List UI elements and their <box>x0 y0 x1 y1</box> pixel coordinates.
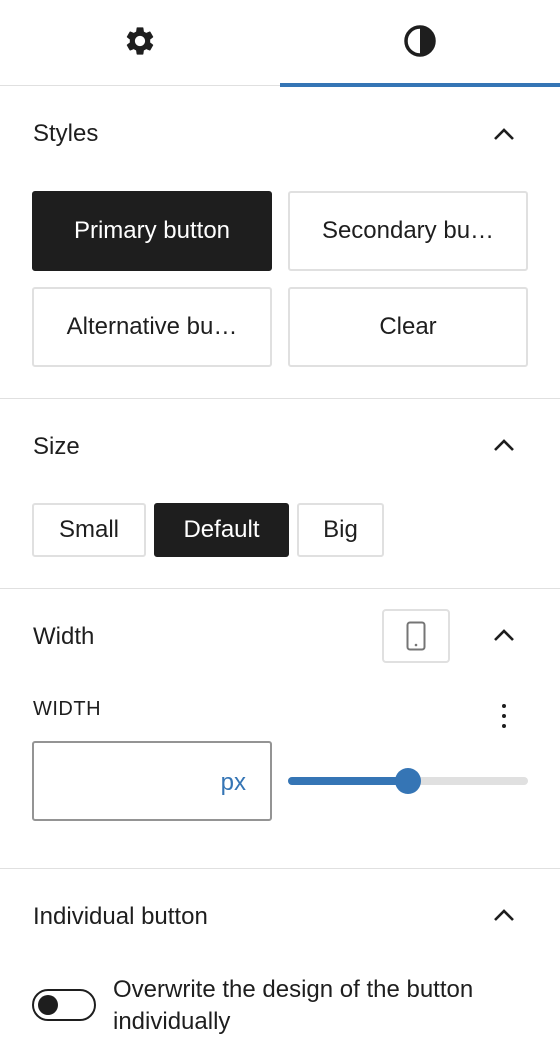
style-option-primary[interactable]: Primary button <box>32 191 272 271</box>
overwrite-design-label: Overwrite the design of the button indiv… <box>113 976 474 1035</box>
size-option-default[interactable]: Default <box>154 503 289 557</box>
width-options-button[interactable] <box>490 696 518 736</box>
chevron-up-icon <box>494 439 514 451</box>
size-title: Size <box>33 433 80 460</box>
tab-styles[interactable] <box>280 0 560 87</box>
chevron-up-icon <box>494 128 514 140</box>
width-unit[interactable]: px <box>221 769 246 797</box>
overwrite-design-toggle[interactable] <box>32 989 96 1021</box>
mobile-device-icon <box>406 621 426 651</box>
size-option-big[interactable]: Big <box>297 503 384 557</box>
individual-button-collapse-button[interactable] <box>486 897 522 933</box>
chevron-up-icon <box>494 629 514 641</box>
chevron-up-icon <box>494 909 514 921</box>
width-input-wrapper: px <box>32 741 272 821</box>
width-slider-fill <box>288 777 408 785</box>
toggle-knob <box>38 995 58 1015</box>
tab-settings[interactable] <box>0 0 280 86</box>
style-option-alternative[interactable]: Alternative bu… <box>32 287 272 367</box>
width-title: Width <box>33 623 95 650</box>
half-circle-contrast-icon <box>403 24 437 63</box>
width-panel: Width <box>0 589 560 869</box>
styles-collapse-button[interactable] <box>486 116 522 152</box>
styles-title: Styles <box>33 120 99 147</box>
width-collapse-button[interactable] <box>486 617 522 653</box>
width-field-label: WIDTH <box>33 698 102 720</box>
size-panel: Size <box>0 399 560 589</box>
size-collapse-button[interactable] <box>486 427 522 463</box>
style-option-secondary[interactable]: Secondary bu… <box>288 191 528 271</box>
individual-button-title: Individual button <box>33 903 208 930</box>
width-slider-thumb[interactable] <box>395 768 421 794</box>
width-input[interactable] <box>44 753 214 809</box>
device-preview-button[interactable] <box>382 609 450 663</box>
sidebar-tabs <box>0 0 560 87</box>
size-option-small[interactable]: Small <box>32 503 146 557</box>
style-option-clear[interactable]: Clear <box>288 287 528 367</box>
more-vertical-icon <box>502 704 506 708</box>
gear-icon <box>123 24 157 63</box>
